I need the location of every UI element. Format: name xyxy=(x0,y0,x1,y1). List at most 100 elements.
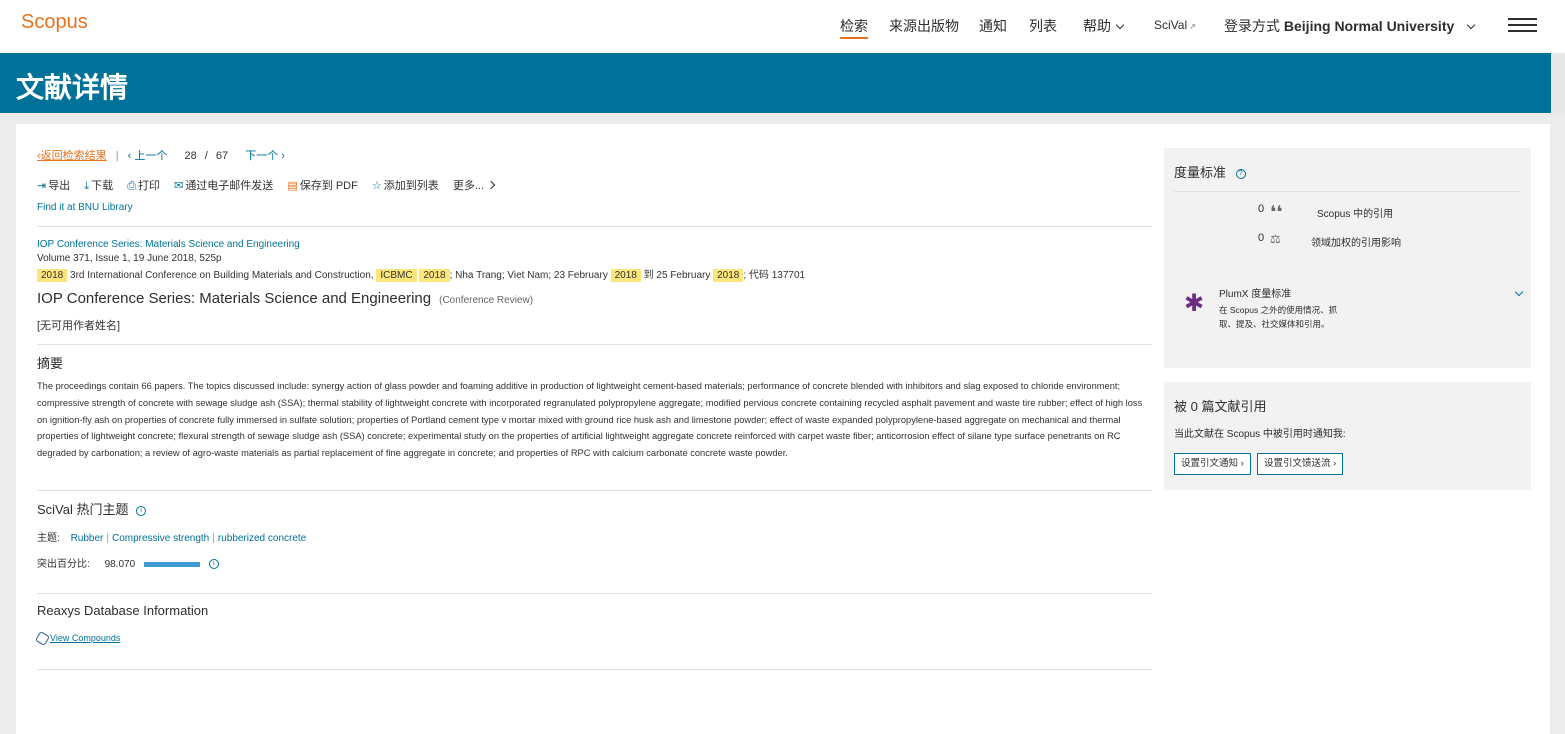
chevron-right-icon: › xyxy=(1238,458,1244,469)
print-button[interactable]: ⎙ 打印 xyxy=(127,177,160,193)
nav-alerts[interactable]: 通知 xyxy=(979,16,1007,36)
print-label: 打印 xyxy=(138,180,161,192)
nav-login-institution[interactable]: 登录方式 Beijing Normal University xyxy=(1224,16,1476,36)
chevron-right-icon: › xyxy=(1330,458,1337,469)
total-results: 67 xyxy=(215,150,229,162)
cited-by-heading: 被 0 篇文献引用 xyxy=(1174,399,1267,414)
notify-text: 当此文献在 Scopus 中被引用时通知我: xyxy=(1174,429,1346,440)
set-citation-feed-button[interactable]: 设置引文馈送流 › xyxy=(1257,453,1344,475)
document-type: (Conference Review) xyxy=(439,295,534,306)
highlight-abbr: ICBMC xyxy=(376,269,417,282)
citations-count: 0 xyxy=(1258,203,1265,215)
document-title: IOP Conference Series: Materials Science… xyxy=(37,290,533,307)
conference-name: 3rd International Conference on Building… xyxy=(70,270,374,281)
quote-icon: ❛❛ xyxy=(1270,202,1283,222)
document-title-text: IOP Conference Series: Materials Science… xyxy=(37,290,432,307)
conference-info: 2018 3rd International Conference on Bui… xyxy=(37,266,806,282)
divider xyxy=(37,490,1152,491)
prominence-percentile: 突出百分比: 98.070 i xyxy=(37,555,219,570)
plumx-title[interactable]: PlumX 度量标准 xyxy=(1219,285,1291,300)
pdf-icon: ▤ xyxy=(287,180,298,192)
star-icon: ☆ xyxy=(371,180,382,192)
topic-link[interactable]: Compressive strength xyxy=(112,533,209,544)
feed-label: 设置引文馈送流 xyxy=(1264,458,1331,469)
scrollbar-track[interactable] xyxy=(1551,53,1565,113)
more-button[interactable]: 更多... xyxy=(452,177,496,193)
export-label: 导出 xyxy=(48,180,71,192)
chevron-down-icon xyxy=(1115,20,1125,30)
add-to-list-button[interactable]: ☆ 添加到列表 xyxy=(372,177,439,193)
volume-info: Volume 371, Issue 1, 19 June 2018, 525p xyxy=(37,253,222,264)
page-banner: 文献详情 xyxy=(0,53,1565,113)
download-button[interactable]: ⤓ 下载 xyxy=(84,177,113,193)
external-link-icon: ↗ xyxy=(1189,22,1196,31)
nav-search[interactable]: 检索 xyxy=(840,16,868,39)
download-label: 下载 xyxy=(91,180,114,192)
institution-name: Beijing Normal University xyxy=(1283,18,1455,34)
source-title-link[interactable]: IOP Conference Series: Materials Science… xyxy=(37,239,300,250)
scival-topics-heading: SciVal 热门主题 i xyxy=(37,499,147,518)
save-pdf-button[interactable]: ▤ 保存到 PDF xyxy=(287,177,357,193)
topic-link[interactable]: Rubber xyxy=(71,533,104,544)
plumx-description: 在 Scopus 之外的使用情况、抓取、提及、社交媒体和引用。 xyxy=(1219,305,1338,329)
conference-to: 到 25 February xyxy=(643,270,711,281)
plumx-icon: ✱ xyxy=(1184,290,1205,317)
topic-label: 主题: xyxy=(37,533,60,544)
divider xyxy=(1174,191,1521,192)
prominence-bar xyxy=(143,561,200,567)
previous-label: 上一个 xyxy=(134,150,168,162)
previous-link[interactable]: ‹ 上一个 xyxy=(128,150,168,162)
conference-code: ; 代码 137701 xyxy=(743,270,806,281)
next-link[interactable]: 下一个 › xyxy=(245,150,285,162)
view-compounds-link[interactable]: View Compounds xyxy=(34,631,121,647)
nav-help-label: 帮助 xyxy=(1083,18,1111,34)
find-it-library-link[interactable]: Find it at BNU Library xyxy=(37,202,133,213)
email-button[interactable]: ✉ 通过电子邮件发送 xyxy=(174,177,273,193)
login-prefix: 登录方式 xyxy=(1224,18,1280,34)
alert-label: 设置引文通知 xyxy=(1181,458,1239,469)
scival-topics-title: SciVal 热门主题 xyxy=(37,502,129,517)
citations-label[interactable]: Scopus 中的引用 xyxy=(1317,205,1393,220)
nav-help[interactable]: 帮助 xyxy=(1083,16,1125,36)
document-toolbar: ⇥ 导出 ⤓ 下载 ⎙ 打印 ✉ 通过电子邮件发送 ▤ 保存到 PDF ☆ 添加到列表 更多… xyxy=(37,177,505,193)
page-title: 文献详情 xyxy=(16,72,129,103)
highlight-year: 2018 xyxy=(610,269,641,282)
export-button[interactable]: ⇥ 导出 xyxy=(37,177,70,193)
info-icon[interactable]: ? xyxy=(1235,168,1246,179)
hamburger-menu-icon[interactable] xyxy=(1508,18,1537,34)
chevron-down-icon xyxy=(1467,20,1476,30)
info-icon[interactable]: i xyxy=(208,559,219,570)
nav-scival[interactable]: SciVal ↗ xyxy=(1154,18,1196,32)
view-compounds-label: View Compounds xyxy=(50,633,121,643)
info-icon[interactable]: i xyxy=(136,505,147,516)
highlight-year: 2018 xyxy=(37,269,68,282)
scale-icon: ⚖ xyxy=(1270,232,1281,246)
highlight-year: 2018 xyxy=(419,269,450,282)
top-navbar: Scopus 检索 来源出版物 通知 列表 帮助 SciVal ↗ 登录方式 Be… xyxy=(0,0,1565,53)
conference-location: ; Nha Trang; Viet Nam; 23 February xyxy=(449,270,608,281)
download-icon: ⤓ xyxy=(84,180,90,192)
divider xyxy=(37,226,1152,227)
cited-by-panel: 被 0 篇文献引用 当此文献在 Scopus 中被引用时通知我: 设置引文通知 … xyxy=(1164,382,1531,490)
set-citation-alert-button[interactable]: 设置引文通知 › xyxy=(1174,453,1251,475)
topic-list: 主题: Rubber | Compressive strength | rubberiz… xyxy=(37,533,307,544)
more-label: 更多... xyxy=(452,180,485,192)
metrics-heading: 度量标准 ? xyxy=(1174,162,1246,181)
chevron-right-icon xyxy=(486,180,496,190)
reaxys-heading: Reaxys Database Information xyxy=(37,603,209,618)
chevron-down-icon[interactable] xyxy=(1514,287,1524,297)
topic-link[interactable]: rubberized concrete xyxy=(218,533,306,544)
nav-sources[interactable]: 来源出版物 xyxy=(889,16,959,36)
divider xyxy=(37,669,1152,670)
current-position: 28 xyxy=(184,150,197,162)
printer-icon: ⎙ xyxy=(127,180,137,192)
nav-lists[interactable]: 列表 xyxy=(1029,16,1057,36)
abstract-text: The proceedings contain 66 papers. The t… xyxy=(37,381,1143,459)
abstract-heading: 摘要 xyxy=(37,356,64,371)
scopus-logo[interactable]: Scopus xyxy=(21,11,88,34)
back-to-results-link[interactable]: ‹返回检索结果 xyxy=(37,150,107,162)
add-list-label: 添加到列表 xyxy=(383,180,439,192)
export-icon: ⇥ xyxy=(37,180,47,192)
reaxys-icon xyxy=(34,631,51,647)
save-pdf-label: 保存到 PDF xyxy=(299,180,358,192)
